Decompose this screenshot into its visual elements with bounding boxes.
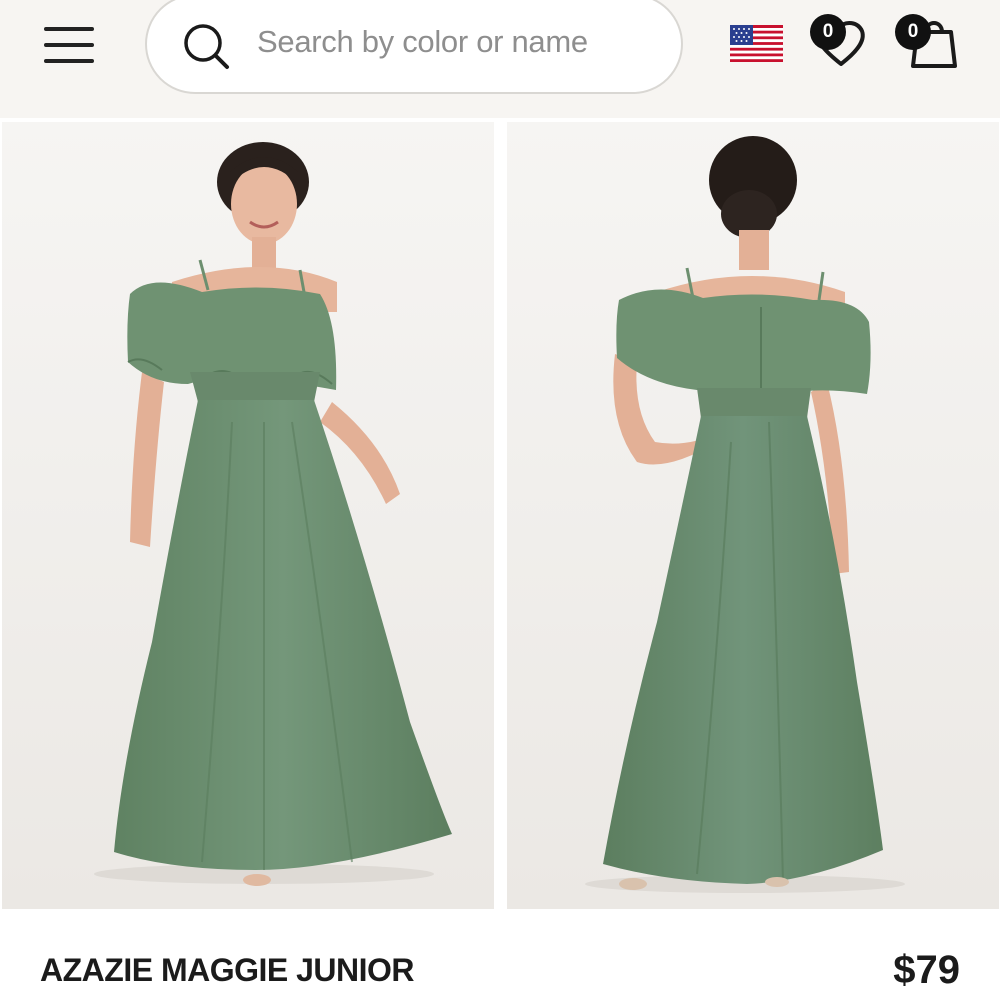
product-image-back[interactable] [507, 122, 999, 909]
search-placeholder: Search by color or name [257, 24, 588, 59]
cart-count-badge: 0 [895, 14, 931, 50]
top-header: Search by color or name 0 0 [0, 0, 1000, 118]
us-flag-icon[interactable] [730, 25, 783, 62]
cart-button[interactable]: 0 [893, 10, 959, 72]
wishlist-button[interactable]: 0 [808, 12, 870, 70]
wishlist-count-badge: 0 [810, 14, 846, 50]
search-input[interactable]: Search by color or name [145, 0, 683, 94]
dress-front-illustration [2, 122, 494, 909]
product-price: $79 [893, 948, 960, 992]
dress-back-illustration [507, 122, 999, 909]
product-title: AZAZIE MAGGIE JUNIOR [40, 952, 415, 988]
product-image-front[interactable] [2, 122, 494, 909]
search-icon [184, 24, 229, 69]
hamburger-menu-icon[interactable] [44, 24, 96, 66]
